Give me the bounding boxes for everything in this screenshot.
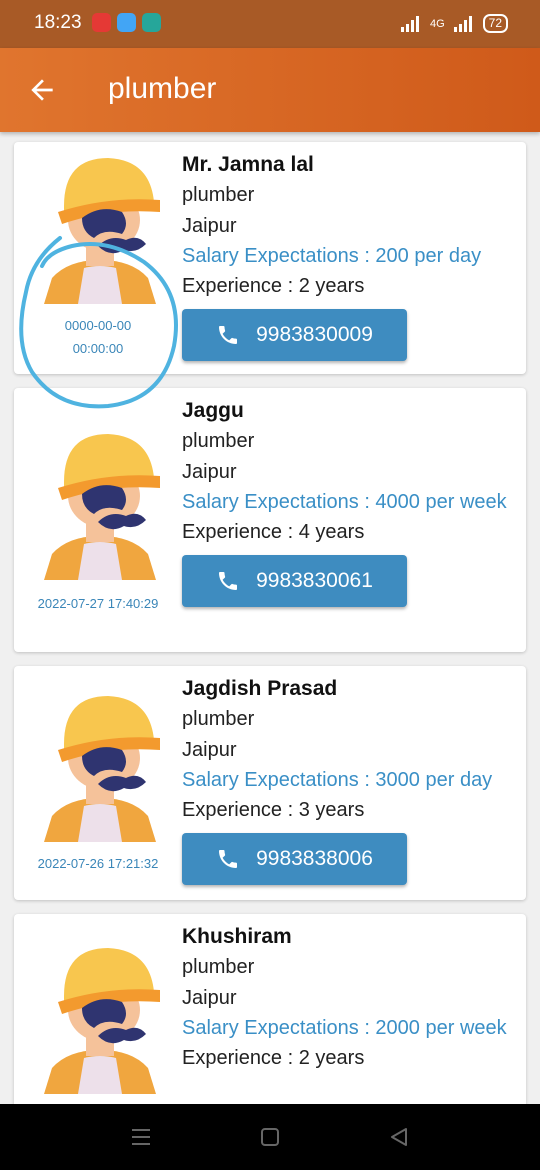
worker-salary: Salary Expectations : 2000 per week [182,1017,507,1039]
worker-name: Jaggu [182,399,244,422]
worker-experience: Experience : 2 years [182,275,365,297]
registration-date-line1: 0000-00-00 [64,318,132,333]
network-type: 4G [429,17,445,30]
home-icon[interactable] [257,1124,283,1150]
worker-avatar [44,948,160,1094]
phone-icon [219,326,238,344]
worker-list[interactable]: 0000-00-00 00:00:00 Mr. Jamna lal plumbe… [0,132,540,1104]
arrow-left-icon[interactable] [26,74,58,106]
registration-date-line1: 2022-07-27 17:40:29 [37,596,159,611]
signal-icon [453,15,472,32]
app-notification-icon [142,13,161,32]
signal-icon [400,15,419,32]
worker-city: Jaipur [182,739,237,761]
worker-experience: Experience : 2 years [182,1047,365,1069]
phone-icon [219,572,238,590]
worker-name: Mr. Jamna lal [182,153,314,176]
worker-card[interactable]: 2022-07-27 17:40:29 Jaggu plumber Jaipur… [14,388,526,652]
worker-experience: Experience : 4 years [182,521,365,543]
menu-icon[interactable] [128,1124,154,1150]
page-title: plumber [108,72,217,105]
worker-card[interactable]: 0000-00-00 00:00:00 Mr. Jamna lal plumbe… [14,142,526,374]
worker-salary: Salary Expectations : 200 per day [182,245,482,267]
back-triangle-icon[interactable] [386,1124,412,1150]
app-notification-icon [92,13,111,32]
battery-icon: 72 [482,14,508,33]
worker-trade: plumber [182,430,255,452]
registration-date-line1: 2022-07-26 17:21:32 [37,856,159,871]
registration-date: 0000-00-00 00:00:00 [18,314,178,360]
worker-avatar [44,696,160,842]
app-notification-icon [117,13,136,32]
status-time: 18:23 [34,12,82,33]
phone-icon [219,850,238,868]
worker-name: Jagdish Prasad [182,677,338,700]
status-right: 4G 72 [400,14,508,33]
registration-date-line2: 00:00:00 [72,341,124,356]
call-button[interactable]: 9983838006 [182,833,407,885]
worker-trade: plumber [182,956,255,978]
worker-info: Khushiram plumber Jaipur Salary Expectat… [182,922,522,1074]
worker-name: Khushiram [182,925,292,948]
notification-icons [92,13,161,32]
registration-date: 2022-07-26 17:21:32 [18,852,178,875]
call-button[interactable]: 9983830061 [182,555,407,607]
worker-salary: Salary Expectations : 4000 per week [182,491,507,513]
phone-number: 9983838006 [256,847,373,870]
worker-info: Jagdish Prasad plumber Jaipur Salary Exp… [182,674,522,885]
app-bar: plumber [0,48,540,132]
call-button[interactable]: 9983830009 [182,309,407,361]
worker-avatar [44,158,160,304]
phone-number: 9983830009 [256,323,373,346]
worker-city: Jaipur [182,215,237,237]
phone-number: 9983830061 [256,569,373,592]
worker-city: Jaipur [182,461,237,483]
worker-city: Jaipur [182,987,237,1009]
worker-card[interactable]: 2022-07-26 17:21:32 Jagdish Prasad plumb… [14,666,526,900]
status-bar: 18:23 4G 72 [0,0,540,48]
worker-salary: Salary Expectations : 3000 per day [182,769,493,791]
worker-experience: Experience : 3 years [182,799,365,821]
worker-trade: plumber [182,708,255,730]
worker-trade: plumber [182,184,255,206]
system-navigation-bar [0,1104,540,1170]
registration-date: 2022-07-27 17:40:29 [18,592,178,615]
worker-card[interactable]: Khushiram plumber Jaipur Salary Expectat… [14,914,526,1104]
worker-avatar [44,434,160,580]
worker-info: Jaggu plumber Jaipur Salary Expectations… [182,396,522,607]
worker-info: Mr. Jamna lal plumber Jaipur Salary Expe… [182,150,522,361]
